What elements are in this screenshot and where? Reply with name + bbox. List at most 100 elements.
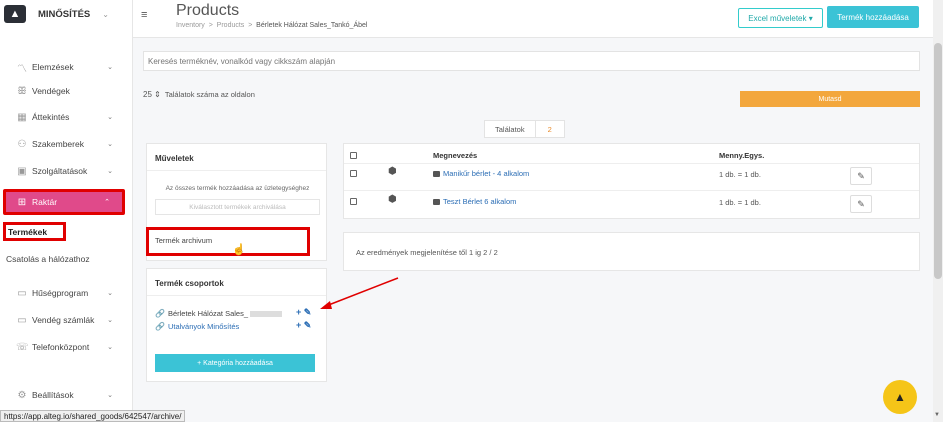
sidebar-item-szolgaltatasok[interactable]: ▣ Szolgáltatások ⌄	[0, 160, 133, 182]
sidebar-item-label: Beállítások	[32, 390, 74, 400]
page-title: Products	[176, 2, 240, 19]
chevron-down-icon: ⌄	[107, 141, 113, 148]
archive-selected-button[interactable]: Kiválasztott termékek archiválása	[155, 199, 320, 215]
show-button[interactable]: Mutasd	[740, 91, 920, 107]
operations-title: Műveletek	[155, 154, 194, 163]
annotation-arrow-icon	[320, 277, 399, 309]
sidebar-item-label: Áttekintés	[32, 112, 70, 122]
row-checkbox[interactable]	[350, 170, 357, 177]
select-arrows-icon: ⇕	[154, 90, 161, 99]
sidebar-subitem-csatolas[interactable]: Csatolás a hálózathoz	[6, 254, 90, 264]
tag-icon	[433, 170, 440, 177]
services-icon: ▣	[17, 165, 27, 177]
per-page-value: 25	[143, 90, 152, 99]
divider	[344, 190, 919, 191]
breadcrumb-products[interactable]: Products	[217, 22, 245, 29]
company-name: MINŐSÍTÉS	[38, 8, 91, 20]
hand-cursor-icon: ☝	[232, 244, 246, 256]
breadcrumb: Inventory > Products > Bérletek Hálózat …	[176, 22, 367, 29]
chevron-up-icon: ⌃	[104, 199, 110, 206]
product-groups-title: Termék csoportok	[155, 279, 224, 288]
sidebar-item-vendeg-szamlak[interactable]: ▭ Vendég számlák ⌄	[0, 309, 133, 331]
divider	[147, 170, 326, 171]
group-name: Utalványok Minősítés	[167, 322, 240, 331]
chevron-down-icon: ⌄	[107, 317, 113, 324]
guests-icon: ꕥ	[17, 85, 27, 97]
breadcrumb-current: Bérletek Hálózat Sales_Tankó_Ábel	[256, 22, 368, 29]
sidebar-item-elemzesek[interactable]: 〽 Elemzések ⌄	[0, 56, 133, 78]
divider	[344, 163, 919, 164]
sidebar-item-label: Vendég számlák	[32, 315, 95, 325]
excel-actions-button[interactable]: Excel műveletek ▾	[738, 8, 823, 28]
per-page-select[interactable]: 25 ⇕	[143, 90, 161, 99]
table-row-name[interactable]: Teszt Bérlet 6 alkalom	[433, 197, 516, 206]
divider	[147, 295, 326, 296]
sidebar-item-attekintes[interactable]: ▦ Áttekintés ⌄	[0, 106, 133, 128]
add-all-products-button[interactable]: Az összes termék hozzáadása az üzletegys…	[155, 180, 320, 196]
help-fab-button[interactable]: ▲	[883, 380, 917, 414]
results-summary: Az eredmények megjelenítése től 1 ig 2 /…	[343, 232, 920, 271]
sidebar-item-raktar[interactable]: ⊞ Raktár ⌃	[3, 189, 125, 215]
results-label: Találatok	[495, 124, 525, 134]
warehouse-icon: ⊞	[17, 196, 27, 208]
box-icon: ⬢	[388, 194, 397, 205]
sidebar-item-label: Telefonközpont	[32, 342, 90, 352]
product-archive-link[interactable]: Termék archivum	[146, 227, 310, 256]
brand-header[interactable]: ▲ MINŐSÍTÉS ⌄	[0, 0, 133, 28]
sidebar-item-beallitasok[interactable]: ⚙ Beállítások ⌄	[0, 384, 133, 406]
tag-icon	[433, 198, 440, 205]
column-header-name: Megnevezés	[433, 151, 478, 160]
redacted-text	[250, 310, 283, 317]
search-input[interactable]	[143, 51, 920, 71]
results-tab[interactable]: Találatok 2	[484, 120, 565, 138]
results-count: 2	[534, 121, 564, 137]
breadcrumb-inventory[interactable]: Inventory	[176, 22, 205, 29]
product-name: Teszt Bérlet 6 alkalom	[443, 197, 517, 206]
edit-pencil-icon[interactable]: ✎	[850, 195, 872, 213]
chevron-down-icon: ⌄	[107, 344, 113, 351]
row-checkbox[interactable]	[350, 198, 357, 205]
group-actions[interactable]: + ✎	[296, 307, 311, 318]
chevron-down-icon: ⌄	[107, 290, 113, 297]
scrollbar-thumb[interactable]	[934, 43, 942, 279]
product-name: Manikűr bérlet - 4 alkalom	[443, 169, 530, 178]
scroll-down-icon[interactable]: ▼	[934, 412, 940, 418]
hamburger-menu-icon[interactable]: ≡	[141, 9, 147, 21]
product-groups-panel: Termék csoportok 🔗 Bérletek Hálózat Sale…	[146, 268, 327, 382]
sidebar-item-label: Hűségprogram	[32, 288, 89, 298]
chevron-down-icon[interactable]: ⌄	[102, 10, 109, 19]
sidebar-item-label: Raktár	[32, 197, 58, 207]
person-icon: ⚇	[17, 138, 27, 150]
chevron-down-icon: ⌄	[107, 392, 113, 399]
phone-icon: ☏	[16, 341, 29, 353]
wallet-icon: ▭	[17, 314, 27, 326]
sidebar-item-label: Elemzések	[32, 62, 74, 72]
product-unit: 1 db. = 1 db.	[719, 170, 761, 179]
sidebar-item-husegprogram[interactable]: ▭ Hűségprogram ⌄	[0, 282, 133, 304]
add-category-button[interactable]: + Kategória hozzáadása	[155, 354, 315, 372]
grid-icon: ▦	[17, 111, 27, 123]
per-page-row: 25 ⇕ Találatok száma az oldalon	[143, 90, 255, 99]
sidebar-item-telefonkozpont[interactable]: ☏ Telefonközpont ⌄	[0, 336, 133, 358]
link-icon: 🔗	[155, 309, 165, 318]
sidebar-item-szakemberek[interactable]: ⚇ Szakemberek ⌄	[0, 133, 133, 155]
sidebar-item-vendegek[interactable]: ꕥ Vendégek	[0, 80, 133, 102]
sidebar-item-label: Vendégek	[32, 86, 70, 96]
select-all-checkbox[interactable]	[350, 152, 357, 159]
settings-icon: ⚙	[17, 389, 27, 401]
breadcrumb-separator: >	[208, 22, 213, 29]
chevron-down-icon: ⌄	[107, 64, 113, 71]
add-product-button[interactable]: Termék hozzáadása	[827, 6, 919, 28]
table-row-name[interactable]: Manikűr bérlet - 4 alkalom	[433, 169, 529, 178]
group-item[interactable]: 🔗 Utalványok Minősítés	[155, 322, 239, 331]
edit-pencil-icon[interactable]: ✎	[850, 167, 872, 185]
product-unit: 1 db. = 1 db.	[719, 198, 761, 207]
products-table: Megnevezés Menny.Egys. ⬢ Manikűr bérlet …	[343, 143, 920, 219]
sidebar-subitem-termekek[interactable]: Termékek	[3, 222, 66, 241]
group-item[interactable]: 🔗 Bérletek Hálózat Sales_	[155, 309, 283, 318]
column-header-unit: Menny.Egys.	[719, 151, 765, 160]
company-logo-icon: ▲	[4, 5, 26, 23]
chevron-down-icon: ⌄	[107, 114, 113, 121]
group-actions[interactable]: + ✎	[296, 320, 311, 331]
per-page-label: Találatok száma az oldalon	[164, 90, 255, 99]
